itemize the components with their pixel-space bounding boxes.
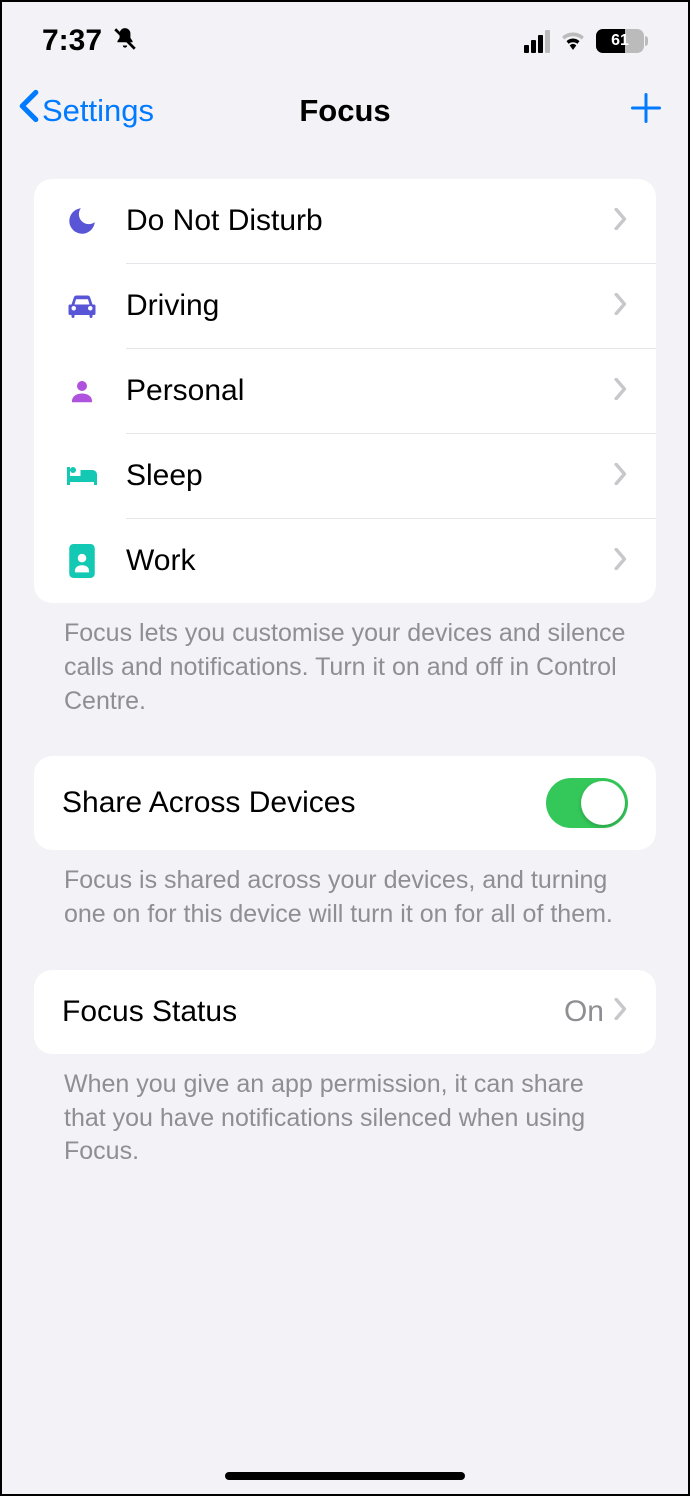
focus-modes-list: Do Not Disturb Driving Personal Sleep <box>34 179 656 603</box>
home-indicator[interactable] <box>225 1472 465 1480</box>
focus-status-row[interactable]: Focus Status On <box>34 970 656 1054</box>
status-bar: 7:37 61 <box>2 2 688 72</box>
status-value: On <box>564 995 604 1029</box>
focus-item-driving[interactable]: Driving <box>34 264 656 348</box>
focus-item-work[interactable]: Work <box>34 519 656 603</box>
add-button[interactable] <box>628 90 664 131</box>
silent-icon <box>112 26 138 57</box>
moon-icon <box>62 201 102 241</box>
chevron-right-icon <box>614 998 628 1025</box>
cellular-signal-icon <box>524 30 550 53</box>
car-icon <box>62 286 102 326</box>
focus-item-dnd[interactable]: Do Not Disturb <box>34 179 656 263</box>
chevron-right-icon <box>614 293 628 320</box>
share-label: Share Across Devices <box>62 786 546 820</box>
page-title: Focus <box>299 93 390 129</box>
focus-item-label: Work <box>126 544 614 578</box>
back-label: Settings <box>42 93 154 129</box>
chevron-right-icon <box>614 463 628 490</box>
chevron-right-icon <box>614 208 628 235</box>
chevron-right-icon <box>614 548 628 575</box>
focus-item-sleep[interactable]: Sleep <box>34 434 656 518</box>
status-group: Focus Status On <box>34 970 656 1054</box>
focus-item-personal[interactable]: Personal <box>34 349 656 433</box>
focus-item-label: Sleep <box>126 459 614 493</box>
share-across-devices-row: Share Across Devices <box>34 756 656 850</box>
focus-item-label: Personal <box>126 374 614 408</box>
plus-icon <box>628 90 664 126</box>
share-toggle[interactable] <box>546 778 628 828</box>
focus-item-label: Do Not Disturb <box>126 204 614 238</box>
person-icon <box>62 371 102 411</box>
focus-description: Focus lets you customise your devices an… <box>34 603 656 732</box>
battery-icon: 61 <box>596 29 648 53</box>
wifi-icon <box>560 28 586 55</box>
share-group: Share Across Devices <box>34 756 656 850</box>
back-button[interactable]: Settings <box>18 88 154 133</box>
share-description: Focus is shared across your devices, and… <box>34 850 656 946</box>
bed-icon <box>62 456 102 496</box>
nav-bar: Settings Focus <box>2 72 688 155</box>
chevron-right-icon <box>614 378 628 405</box>
focus-item-label: Driving <box>126 289 614 323</box>
status-time: 7:37 <box>42 24 102 58</box>
chevron-left-icon <box>18 88 40 133</box>
status-label: Focus Status <box>62 995 564 1029</box>
status-description: When you give an app permission, it can … <box>34 1054 656 1183</box>
badge-icon <box>62 541 102 581</box>
